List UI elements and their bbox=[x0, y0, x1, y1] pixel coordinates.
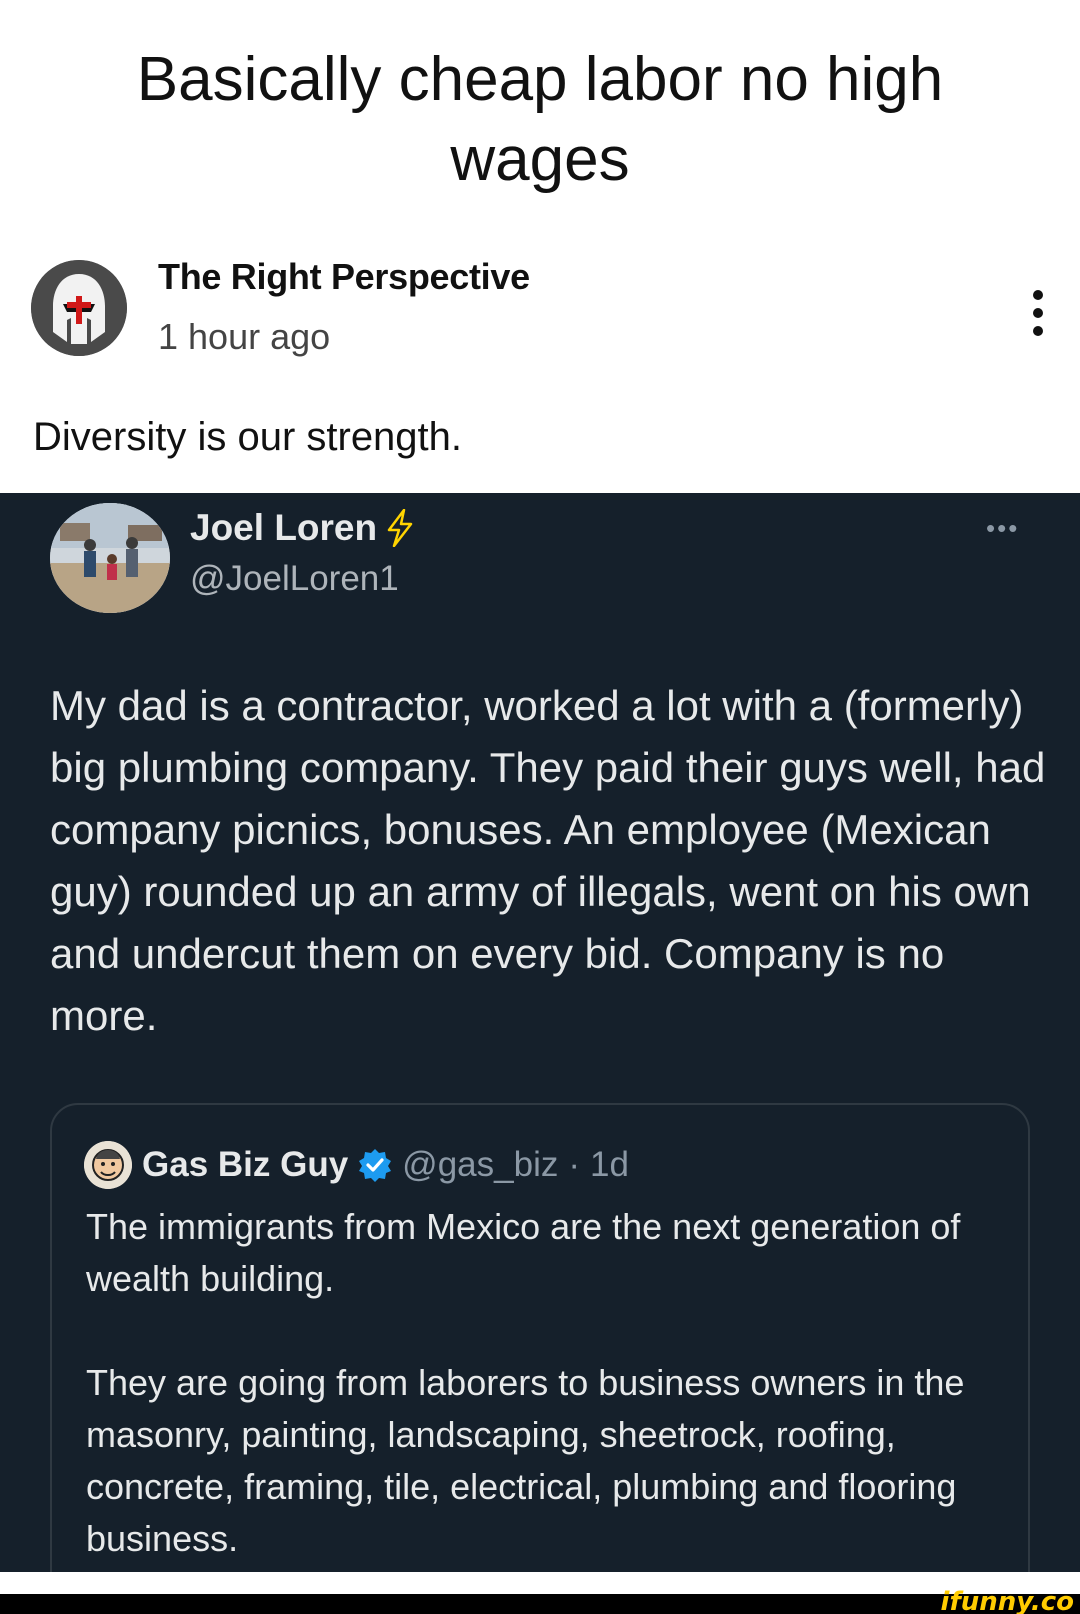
quoted-author-handle: @gas_biz bbox=[402, 1145, 559, 1184]
quoted-tweet-age: 1d bbox=[590, 1145, 629, 1184]
author-name[interactable]: The Right Perspective bbox=[158, 256, 530, 298]
author-avatar[interactable] bbox=[31, 260, 127, 356]
more-horizontal-icon: ••• bbox=[986, 513, 1020, 543]
lightning-icon bbox=[387, 509, 413, 547]
embedded-tweet-screenshot: Joel Loren @JoelLoren1 ••• My dad is a c… bbox=[0, 493, 1080, 1572]
quoted-tweet-paragraph-1: The immigrants from Mexico are the next … bbox=[86, 1206, 961, 1299]
ifunny-watermark: ifunny.co bbox=[940, 1587, 1074, 1614]
post-title: Basically cheap labor no high wages bbox=[136, 45, 944, 194]
quoted-tweet-header: Gas Biz Guy @gas_biz · 1d bbox=[84, 1141, 629, 1189]
quoted-author-avatar bbox=[84, 1141, 132, 1189]
family-photo-icon bbox=[50, 503, 170, 613]
tweet-author-handle: @JoelLoren1 bbox=[190, 559, 399, 598]
post-timestamp: 1 hour ago bbox=[158, 316, 331, 357]
helmet-logo-icon bbox=[31, 260, 127, 356]
meta-separator: · bbox=[568, 1145, 580, 1184]
watermark-bar bbox=[0, 1594, 1080, 1614]
verified-badge-icon bbox=[359, 1149, 392, 1182]
quoted-tweet-paragraph-2: They are going from laborers to business… bbox=[86, 1362, 965, 1559]
quoted-author-name: Gas Biz Guy bbox=[142, 1145, 349, 1184]
post-header: The Right Perspective 1 hour ago bbox=[0, 250, 1080, 360]
more-options-icon[interactable] bbox=[1018, 286, 1058, 346]
cartoon-face-icon bbox=[84, 1141, 132, 1189]
tweet-author-avatar bbox=[50, 503, 170, 613]
tweet-author-name: Joel Loren bbox=[190, 507, 415, 549]
quoted-tweet: Gas Biz Guy @gas_biz · 1d The immigrants… bbox=[50, 1103, 1030, 1572]
tweet-author-name-text: Joel Loren bbox=[190, 507, 378, 548]
tweet-text: My dad is a contractor, worked a lot wit… bbox=[50, 682, 1046, 1039]
post-body: Diversity is our strength. bbox=[33, 415, 463, 459]
